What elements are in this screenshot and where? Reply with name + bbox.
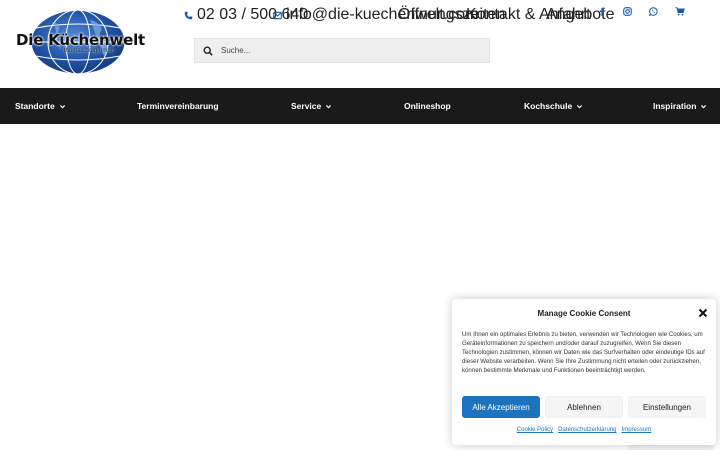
chevron-down-icon (59, 104, 65, 108)
cookie-policy-link[interactable]: Cookie Policy (517, 427, 553, 433)
search-input[interactable] (221, 46, 481, 55)
imprint-link[interactable]: Impressum (622, 427, 652, 433)
nav-item-onlineshop[interactable]: Onlineshop (404, 88, 451, 124)
instagram-icon[interactable] (621, 5, 633, 17)
phone-icon (184, 11, 193, 19)
nav-item-terminvereinbarung[interactable]: Terminvereinbarung (137, 88, 219, 124)
nav-item-label: Standorte (15, 101, 55, 111)
chevron-down-icon (701, 104, 707, 108)
chevron-down-icon (577, 104, 583, 108)
nav-item-kochschule[interactable]: Kochschule (524, 88, 583, 124)
email-icon (273, 11, 282, 19)
nav-item-label: Inspiration (653, 101, 697, 111)
deny-button[interactable]: Ablehnen (545, 396, 623, 418)
main-nav: Standorte Terminvereinbarung Service Onl… (0, 88, 720, 124)
facebook-icon[interactable] (596, 5, 608, 17)
search-box (194, 38, 490, 63)
nav-item-label: Kochschule (524, 101, 573, 111)
nav-item-standorte[interactable]: Standorte (15, 88, 66, 124)
cookie-links: Cookie Policy Datenschutzerklärung Impre… (452, 427, 716, 433)
chevron-down-icon (326, 104, 332, 108)
cart-icon[interactable] (674, 5, 686, 17)
cookie-description: Um Ihnen ein optimales Erlebnis zu biete… (462, 331, 705, 374)
nav-item-label: Service (291, 101, 322, 111)
whatsapp-icon[interactable] (647, 5, 659, 17)
settings-button[interactable]: Einstellungen (628, 396, 706, 418)
logo-text: Die Küchenwelt (16, 31, 145, 49)
nav-item-label: Terminvereinbarung (137, 101, 219, 111)
privacy-policy-link[interactable]: Datenschutzerklärung (558, 427, 616, 433)
page: Die Küchenwelt thomas brag gmbh 02 03 / … (0, 0, 720, 450)
close-icon[interactable] (698, 308, 708, 318)
cookie-dialog-title: Manage Cookie Consent (537, 309, 631, 318)
logo[interactable]: Die Küchenwelt thomas brag gmbh (14, 8, 145, 78)
accept-all-button[interactable]: Alle Akzeptieren (462, 396, 540, 418)
nav-item-service[interactable]: Service (291, 88, 332, 124)
logo-subtitle: thomas brag gmbh (64, 48, 115, 54)
cookie-consent-dialog: Manage Cookie Consent Um Ihnen ein optim… (452, 299, 716, 445)
nav-item-label: Onlineshop (404, 101, 451, 111)
search-icon[interactable] (203, 45, 213, 56)
nav-item-inspiration[interactable]: Inspiration (653, 88, 707, 124)
